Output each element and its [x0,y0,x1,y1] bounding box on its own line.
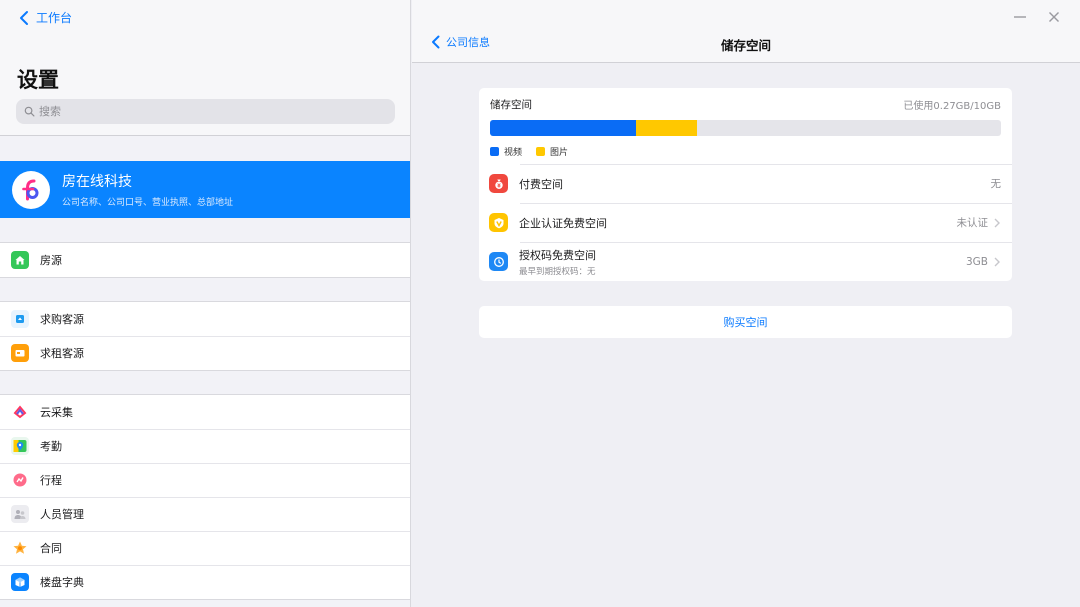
row-value: 未认证 [956,217,989,229]
storage-usage-bar [490,120,1001,136]
settings-group-tools: 云采集 考勤 行程 人员管理 合同 楼盘字典 [0,394,410,600]
chevron-left-icon [20,10,28,25]
sidebar-item-staff-management[interactable]: 人员管理 [0,497,410,531]
chevron-right-icon [994,218,1000,227]
row-value: 无 [990,178,1002,190]
minimize-icon[interactable] [1011,8,1029,26]
contract-icon [11,539,29,557]
sidebar-header: 工作台 设置 [0,0,410,136]
storage-legend: 视频 图片 [490,145,582,158]
storage-card: 储存空间 已使用0.27GB/10GB 视频 图片 ¥ 付费空间 无 企业认证免… [479,88,1012,281]
enterprise-verification-space-row[interactable]: 企业认证免费空间 未认证 [479,203,1012,242]
staff-icon [11,505,29,523]
row-value: 3GB [965,255,988,268]
video-usage-segment [490,120,636,136]
itinerary-icon [11,471,29,489]
row-divider [520,242,1012,243]
legend-item-video: 视频 [490,145,522,158]
search-bar[interactable] [16,99,395,124]
sidebar-item-renter-clients[interactable]: 求租客源 [0,336,410,370]
chevron-right-icon [994,257,1000,266]
back-to-workbench-button[interactable]: 工作台 [18,9,72,26]
company-logo-icon [12,170,50,209]
legend-swatch-video [490,147,499,156]
sidebar-item-label: 考勤 [40,440,62,453]
sidebar-item-label: 云采集 [40,406,73,419]
company-profile-item[interactable]: 房在线科技 公司名称、公司口号、营业执照、总部地址 [0,161,410,218]
row-divider [520,164,1012,165]
sidebar-item-label: 行程 [40,474,62,487]
sidebar-item-label: 楼盘字典 [40,576,84,589]
back-label: 工作台 [36,11,73,25]
renter-icon [11,344,29,362]
storage-usage: 已使用0.27GB/10GB [903,101,1001,112]
cloud-collect-icon [11,403,29,421]
company-name: 房在线科技 [62,174,132,190]
sidebar-item-itinerary[interactable]: 行程 [0,463,410,497]
chevron-left-icon [432,35,440,49]
row-divider [520,203,1012,204]
nav-bar: 公司信息 储存空间 [412,0,1080,63]
sidebar-item-contract[interactable]: 合同 [0,531,410,565]
page-title: 设置 [17,68,59,92]
svg-text:¥: ¥ [497,183,501,189]
row-subtitle: 最早到期授权码：无 [519,266,596,277]
sidebar-item-label: 求购客源 [40,313,84,326]
sidebar: 工作台 设置 房在线科技 公司名称、公司口号、营业执照、总部地址 房源 [0,0,411,607]
sidebar-item-buyer-clients[interactable]: 求购客源 [0,302,410,336]
legend-item-image: 图片 [536,145,568,158]
sidebar-item-attendance[interactable]: 考勤 [0,429,410,463]
moneybag-icon: ¥ [489,174,508,193]
sidebar-item-building-dictionary[interactable]: 楼盘字典 [0,565,410,599]
buy-space-button[interactable]: 购买空间 [479,306,1012,338]
settings-group-listings: 房源 [0,242,410,278]
sidebar-item-listings[interactable]: 房源 [0,243,410,277]
image-usage-segment [635,120,697,136]
house-icon [11,251,29,269]
settings-group-clients: 求购客源 求租客源 [0,301,410,371]
row-title: 付费空间 [519,177,563,191]
paid-space-row[interactable]: ¥ 付费空间 无 [479,164,1012,203]
storage-heading: 储存空间 [490,99,532,111]
search-icon [24,106,35,117]
row-title: 授权码免费空间 [519,248,596,262]
legend-label-image: 图片 [550,148,569,158]
legend-swatch-image [536,147,546,156]
sidebar-item-label: 求租客源 [40,347,84,360]
nav-title: 储存空间 [720,38,771,53]
building-dictionary-icon [11,573,29,591]
auth-code-space-row[interactable]: 授权码免费空间 最早到期授权码：无 3GB [479,242,1012,281]
verified-v-icon [489,213,508,232]
auth-code-icon [489,252,508,271]
company-desc: 公司名称、公司口号、营业执照、总部地址 [62,198,234,208]
main-panel: 公司信息 储存空间 储存空间 已使用0.27GB/10GB 视频 图片 ¥ 付费… [412,0,1080,607]
back-to-company-info-button[interactable]: 公司信息 [430,34,490,50]
buyer-icon [11,310,29,328]
close-icon[interactable] [1045,8,1063,26]
sidebar-item-label: 合同 [40,542,62,555]
sidebar-item-label: 房源 [40,254,62,267]
sidebar-item-label: 人员管理 [40,508,84,521]
row-title: 企业认证免费空间 [519,216,607,230]
nav-back-label: 公司信息 [446,36,490,49]
map-pin-icon [11,437,29,455]
search-input[interactable] [39,105,369,118]
sidebar-item-cloud-collect[interactable]: 云采集 [0,395,410,429]
legend-label-video: 视频 [504,148,523,158]
